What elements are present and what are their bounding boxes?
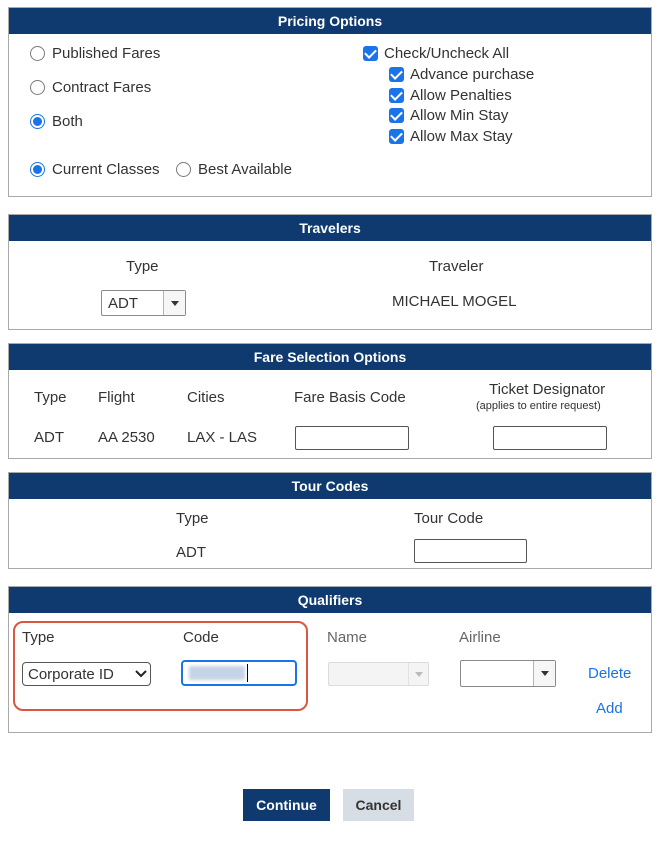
- radio-selected-icon[interactable]: [30, 162, 45, 177]
- chevron-down-icon[interactable]: [132, 670, 150, 678]
- corporate-code-input[interactable]: [181, 660, 297, 686]
- traveler-type-value: ADT: [108, 294, 138, 312]
- qualifiers-header: Qualifiers: [9, 587, 651, 613]
- cancel-button[interactable]: Cancel: [343, 789, 414, 821]
- radio-label: Current Classes: [52, 161, 160, 178]
- tour-col-tour-code: Tour Code: [414, 510, 484, 527]
- chevron-down-icon: [408, 663, 428, 685]
- checkbox-label: Allow Max Stay: [410, 128, 513, 145]
- fare-col-cities: Cities: [187, 389, 225, 406]
- radio-contract-fares[interactable]: Contract Fares: [30, 79, 151, 96]
- radio-best-available[interactable]: Best Available: [176, 161, 292, 178]
- checkbox-checked-icon[interactable]: [389, 67, 404, 82]
- tour-code-input[interactable]: [414, 539, 527, 563]
- radio-icon[interactable]: [176, 162, 191, 177]
- ticket-designator-input[interactable]: [493, 426, 607, 450]
- fare-row-type: ADT: [34, 429, 64, 446]
- checkbox-allow-min-stay[interactable]: Allow Min Stay: [389, 107, 508, 124]
- traveler-type-select[interactable]: ADT: [101, 290, 186, 316]
- tour-col-type: Type: [176, 510, 209, 527]
- checkbox-checked-icon[interactable]: [389, 108, 404, 123]
- qualifier-name-select[interactable]: [328, 662, 429, 686]
- fare-selection-panel: Fare Selection Options Type Flight Citie…: [8, 343, 652, 459]
- redacted-code-value: [189, 666, 245, 680]
- chevron-down-icon[interactable]: [533, 661, 555, 686]
- checkbox-allow-max-stay[interactable]: Allow Max Stay: [389, 128, 513, 145]
- tour-codes-panel: Tour Codes Type Tour Code ADT: [8, 472, 652, 569]
- travelers-header: Travelers: [9, 215, 651, 241]
- travelers-col-traveler: Traveler: [429, 258, 484, 275]
- traveler-name: MICHAEL MOGEL: [392, 293, 517, 310]
- fare-row-cities: LAX - LAS: [187, 429, 258, 446]
- fare-col-flight: Flight: [98, 389, 135, 406]
- pricing-options-header: Pricing Options: [9, 8, 651, 34]
- radio-label: Published Fares: [52, 45, 161, 62]
- qualifier-col-type: Type: [22, 629, 55, 646]
- qualifier-type-select[interactable]: Corporate ID: [22, 662, 151, 686]
- checkbox-label: Allow Min Stay: [410, 107, 509, 124]
- fare-selection-header: Fare Selection Options: [9, 344, 651, 370]
- qualifier-type-value: Corporate ID: [28, 665, 114, 683]
- qualifier-col-airline: Airline: [459, 629, 501, 646]
- radio-label: Contract Fares: [52, 79, 152, 96]
- text-cursor: [247, 664, 248, 682]
- qualifier-col-code: Code: [183, 629, 219, 646]
- radio-label: Best Available: [198, 161, 292, 178]
- delete-qualifier-link[interactable]: Delete: [588, 665, 631, 682]
- checkbox-label: Check/Uncheck All: [384, 45, 510, 62]
- fare-col-ticket-designator: Ticket Designator: [489, 381, 606, 398]
- radio-selected-icon[interactable]: [30, 114, 45, 129]
- checkbox-checked-icon[interactable]: [389, 129, 404, 144]
- radio-published-fares[interactable]: Published Fares: [30, 45, 160, 62]
- tour-row-type: ADT: [176, 544, 206, 561]
- checkbox-label: Allow Penalties: [410, 87, 512, 104]
- checkbox-checked-icon[interactable]: [363, 46, 378, 61]
- radio-current-classes[interactable]: Current Classes: [30, 161, 160, 178]
- qualifiers-panel: Qualifiers Type Code Name Airline Corpor…: [8, 586, 652, 733]
- pricing-options-panel: Pricing Options Published Fares Contract…: [8, 7, 652, 197]
- checkbox-advance-purchase[interactable]: Advance purchase: [389, 66, 534, 83]
- chevron-down-icon[interactable]: [163, 291, 185, 315]
- travelers-panel: Travelers Type Traveler ADT MICHAEL MOGE…: [8, 214, 652, 330]
- continue-button[interactable]: Continue: [243, 789, 330, 821]
- qualifier-col-name: Name: [327, 629, 368, 646]
- add-qualifier-link[interactable]: Add: [596, 700, 623, 717]
- checkbox-check-all[interactable]: Check/Uncheck All: [363, 45, 509, 62]
- fare-col-ticket-designator-note: (applies to entire request): [476, 400, 601, 412]
- fare-row-flight: AA 2530: [98, 429, 155, 446]
- fare-col-fare-basis: Fare Basis Code: [294, 389, 406, 406]
- tour-codes-header: Tour Codes: [9, 473, 651, 499]
- checkbox-label: Advance purchase: [410, 66, 535, 83]
- radio-icon[interactable]: [30, 46, 45, 61]
- radio-label: Both: [52, 113, 83, 130]
- fare-col-type: Type: [34, 389, 67, 406]
- fare-basis-code-input[interactable]: [295, 426, 409, 450]
- checkbox-allow-penalties[interactable]: Allow Penalties: [389, 87, 512, 104]
- radio-icon[interactable]: [30, 80, 45, 95]
- qualifier-airline-select[interactable]: [460, 660, 556, 687]
- radio-both[interactable]: Both: [30, 113, 83, 130]
- travelers-col-type: Type: [126, 258, 159, 275]
- checkbox-checked-icon[interactable]: [389, 88, 404, 103]
